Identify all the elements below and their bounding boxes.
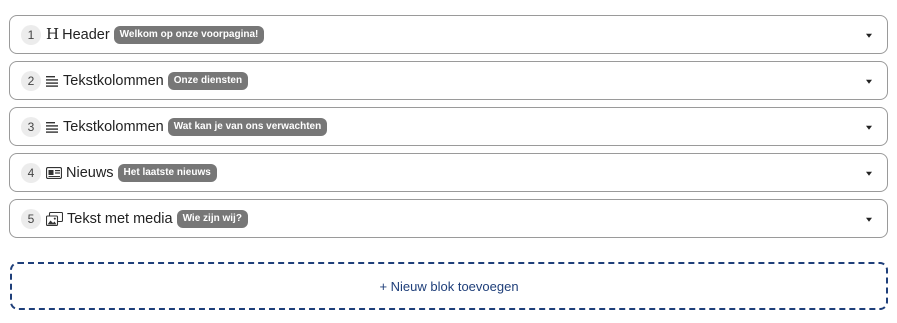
- block-badge: Wat kan je van ons verwachten: [167, 117, 328, 136]
- block-title: Nieuws: [66, 164, 114, 181]
- media-icon: [46, 211, 63, 226]
- block-item-1[interactable]: 1 H Header Welkom op onze voorpagina!: [9, 15, 888, 54]
- block-item-4[interactable]: 4 Nieuws Het laatste nieuws: [9, 153, 888, 192]
- chevron-down-icon[interactable]: [866, 171, 872, 176]
- block-list: 1 H Header Welkom op onze voorpagina! 2 …: [9, 15, 888, 245]
- text-columns-icon: [46, 121, 59, 133]
- block-badge: Onze diensten: [167, 71, 249, 90]
- block-title: Tekst met media: [67, 210, 173, 227]
- text-columns-icon: [46, 75, 59, 87]
- block-title: Header: [62, 26, 110, 43]
- block-number: 1: [21, 24, 41, 45]
- chevron-down-icon[interactable]: [866, 33, 872, 38]
- heading-icon: H: [46, 25, 60, 43]
- block-number: 4: [21, 162, 41, 183]
- add-block-label: + Nieuw blok toevoegen: [379, 278, 519, 294]
- news-icon: [46, 166, 62, 179]
- chevron-down-icon[interactable]: [866, 217, 872, 222]
- add-block-button[interactable]: + Nieuw blok toevoegen: [10, 262, 888, 310]
- block-title: Tekstkolommen: [63, 72, 164, 89]
- block-number: 3: [21, 116, 41, 137]
- block-title: Tekstkolommen: [63, 118, 164, 135]
- block-number: 5: [21, 208, 41, 229]
- chevron-down-icon[interactable]: [866, 79, 872, 84]
- block-item-2[interactable]: 2 Tekstkolommen Onze diensten: [9, 61, 888, 100]
- block-badge: Wie zijn wij?: [176, 209, 248, 228]
- block-badge: Welkom op onze voorpagina!: [113, 25, 265, 44]
- block-number: 2: [21, 70, 41, 91]
- block-item-5[interactable]: 5 Tekst met media Wie zijn wij?: [9, 199, 888, 238]
- block-item-3[interactable]: 3 Tekstkolommen Wat kan je van ons verwa…: [9, 107, 888, 146]
- chevron-down-icon[interactable]: [866, 125, 872, 130]
- block-badge: Het laatste nieuws: [117, 163, 217, 182]
